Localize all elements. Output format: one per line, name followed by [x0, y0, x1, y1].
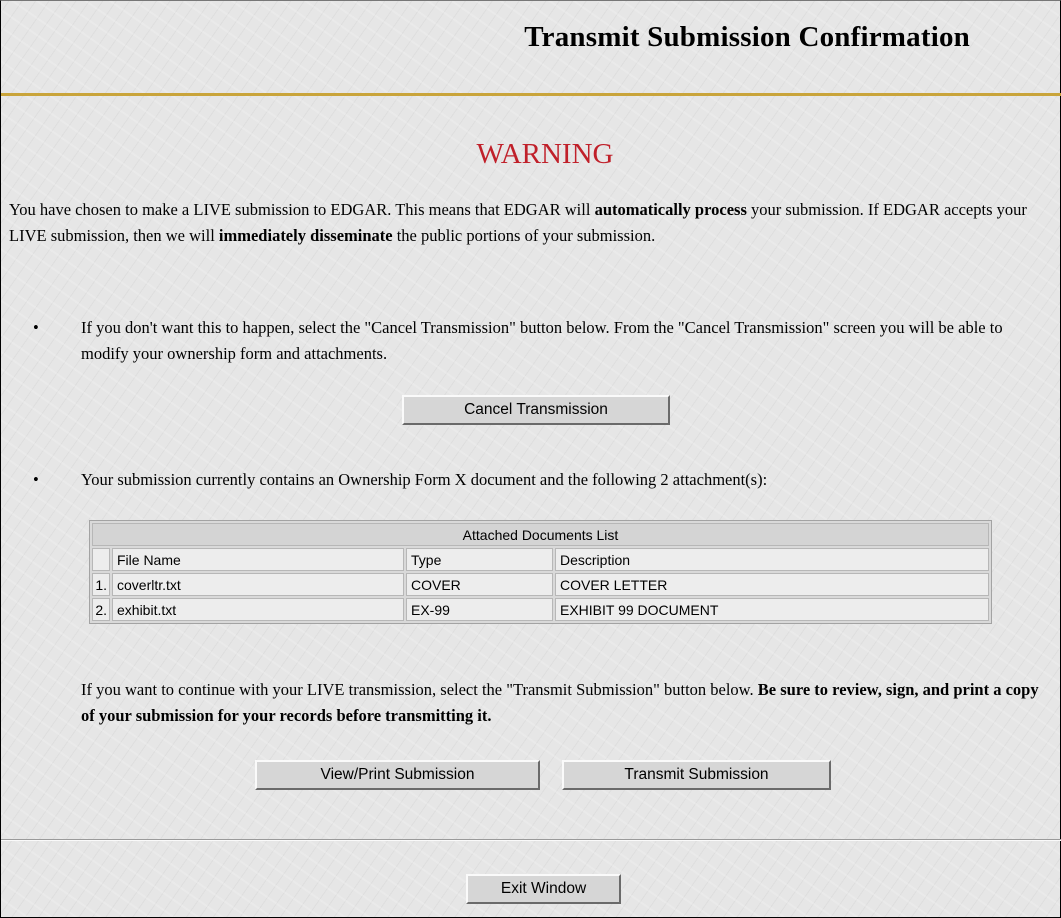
intro-text-3: the public portions of your submission.: [392, 226, 656, 245]
cancel-bullet-text: If you don't want this to happen, select…: [81, 318, 1003, 363]
description-cell: COVER LETTER: [555, 573, 989, 596]
page-frame: Transmit Submission Confirmation WARNING…: [0, 0, 1061, 918]
title-divider: [1, 93, 1061, 96]
table-row: 2. exhibit.txt EX-99 EXHIBIT 99 DOCUMENT: [92, 598, 989, 621]
intro-bold-2: immediately disseminate: [218, 226, 393, 245]
row-number: 1.: [92, 573, 110, 596]
description-cell: EXHIBIT 99 DOCUMENT: [555, 598, 989, 621]
page-title: Transmit Submission Confirmation: [524, 21, 970, 53]
table-row: 1. coverltr.txt COVER COVER LETTER: [92, 573, 989, 596]
row-number: 2.: [92, 598, 110, 621]
continue-text: If you want to continue with your LIVE t…: [81, 680, 758, 699]
attached-documents-table: Attached Documents List File Name Type D…: [89, 520, 992, 624]
column-header-type: Type: [406, 548, 553, 571]
warning-heading: WARNING: [476, 138, 614, 170]
intro-paragraph: You have chosen to make a LIVE submissio…: [9, 197, 1061, 249]
intro-bold-1: automatically process: [594, 200, 747, 219]
table-header-row: File Name Type Description: [92, 548, 989, 571]
type-cell: EX-99: [406, 598, 553, 621]
file-name-cell: exhibit.txt: [112, 598, 404, 621]
table-caption-row: Attached Documents List: [92, 523, 989, 546]
header-num-cell: [92, 548, 110, 571]
exit-window-button[interactable]: Exit Window: [466, 874, 621, 904]
type-cell: COVER: [406, 573, 553, 596]
contents-bullet-text: Your submission currently contains an Ow…: [81, 470, 768, 489]
bullet-icon: •: [33, 470, 39, 489]
view-print-submission-button[interactable]: View/Print Submission: [255, 760, 540, 790]
column-header-file-name: File Name: [112, 548, 404, 571]
intro-text-1: You have chosen to make a LIVE submissio…: [9, 200, 595, 219]
bullet-icon: •: [33, 318, 39, 337]
file-name-cell: coverltr.txt: [112, 573, 404, 596]
table-caption: Attached Documents List: [92, 523, 989, 546]
transmit-submission-button[interactable]: Transmit Submission: [562, 760, 831, 790]
continue-text-wrap: If you want to continue with your LIVE t…: [81, 677, 1056, 729]
cancel-transmission-button[interactable]: Cancel Transmission: [402, 395, 670, 425]
column-header-description: Description: [555, 548, 989, 571]
bottom-divider: [1, 839, 1061, 841]
